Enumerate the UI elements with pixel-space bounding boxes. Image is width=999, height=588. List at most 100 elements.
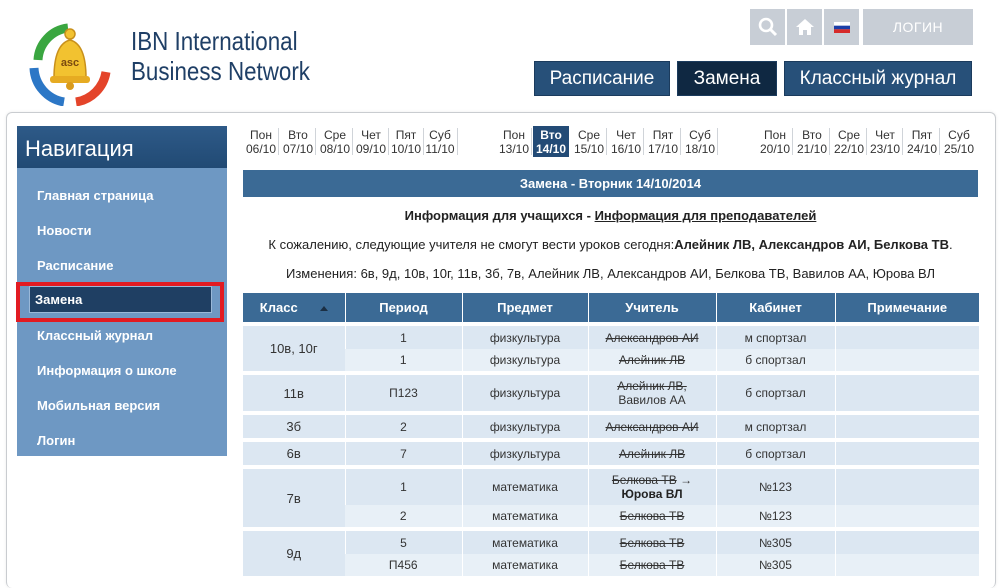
day-date: 07/10 [282,142,314,156]
brand-name[interactable]: IBN International Business Network [131,26,310,86]
teacher-old: Белкова ТВ [619,558,685,572]
sidebar-item-schedule[interactable]: Расписание [17,248,227,283]
sidebar-item-mobile[interactable]: Мобильная версия [17,388,227,423]
search-button[interactable] [750,9,785,45]
brand-line-1: IBN International [131,26,298,56]
column-header-class[interactable]: Класс [243,293,345,322]
day-name: Сре [837,128,860,142]
teacher-cell: Белкова ТВ [587,505,716,527]
day-name: Пят [395,128,417,142]
note-cell [834,554,979,576]
table-row: 11в П123 физкультура Алейник ЛВ, Вавилов … [243,375,979,411]
day-name: Суб [429,128,451,142]
login-button[interactable]: ЛОГИН [863,9,973,45]
room-cell: №305 [715,531,835,554]
sidebar-item-school-info[interactable]: Информация о школе [17,353,227,388]
day-name: Пон [250,128,272,142]
subject-cell: физкультура [461,349,588,371]
day-button[interactable]: Вто 07/10 [280,126,316,157]
day-name: Пят [652,128,674,142]
asc-bell-logo[interactable]: asc [28,16,112,107]
day-date: 18/10 [684,142,716,156]
teacher-extra: Вавилов АА [618,393,686,407]
day-button[interactable]: Пон 06/10 [243,126,279,157]
teacher-old: Белкова ТВ [619,509,685,523]
info-links: Информация для учащихся - Информация для… [243,208,978,223]
subject-cell: физкультура [461,415,588,438]
nav-tab-class-journal[interactable]: Классный журнал [784,61,972,96]
teacher-cell: Белкова ТВ → Юрова ВЛ [587,469,716,505]
room-cell: №123 [715,505,835,527]
table-header-row: Класс Период Предмет Учитель Кабинет При… [243,293,979,322]
day-button[interactable]: Чет 16/10 [608,126,644,157]
home-button[interactable] [787,9,822,45]
day-button[interactable]: Пон 20/10 [757,126,793,157]
language-button[interactable] [824,9,859,45]
room-cell: б спортзал [715,349,835,371]
day-button[interactable]: Пят 24/10 [904,126,940,157]
sidebar-item-news[interactable]: Новости [17,213,227,248]
teacher-old: Александров АИ [605,330,699,345]
teacher-cell: Алейник ЛВ [587,349,716,371]
subject-cell: математика [461,505,588,527]
brand-line-2: Business Network [131,56,310,86]
teacher-cell: Белкова ТВ [587,531,716,554]
page-title: Замена - Вторник 14/10/2014 [243,170,978,197]
period-cell: 1 [345,349,462,371]
day-button[interactable]: Чет 09/10 [353,126,389,157]
day-button[interactable]: Пон 13/10 [496,126,532,157]
room-cell: б спортзал [715,442,835,465]
sidebar-item-class-journal[interactable]: Классный журнал [17,318,227,353]
day-name: Вто [288,128,308,142]
day-date: 06/10 [245,142,277,156]
class-cell: 10в, 10г [243,326,345,371]
column-header-period[interactable]: Период [344,293,462,322]
absent-names: Алейник ЛВ, Александров АИ, Белкова ТВ [674,237,949,252]
day-button[interactable]: Пят 17/10 [645,126,681,157]
day-button[interactable]: Чет 23/10 [867,126,903,157]
day-date: 23/10 [869,142,901,156]
day-name: Чет [616,128,636,142]
column-header-subject[interactable]: Предмет [461,293,588,322]
column-header-teacher[interactable]: Учитель [587,293,716,322]
note-cell [834,469,979,505]
day-button[interactable]: Суб 18/10 [682,126,718,157]
subject-cell: физкультура [461,326,588,349]
sidebar-item-home[interactable]: Главная страница [17,178,227,213]
day-button[interactable]: Вто 21/10 [794,126,830,157]
column-header-note[interactable]: Примечание [834,293,979,322]
day-button[interactable]: Сре 15/10 [571,126,607,157]
day-date: 21/10 [796,142,828,156]
absent-suffix: . [948,237,953,252]
info-teachers-link[interactable]: Информация для преподавателей [595,208,817,223]
class-cell: 6в [243,442,345,465]
sidebar-item-login[interactable]: Логин [17,423,227,458]
day-button[interactable]: Суб 11/10 [422,126,458,157]
info-separator: - [583,208,595,223]
day-button[interactable]: Пят 10/10 [388,126,424,157]
absent-teachers: К сожалению, следующие учителя не смогут… [243,237,978,252]
day-date: 13/10 [498,142,530,156]
day-button[interactable]: Суб 25/10 [941,126,977,157]
subject-cell: математика [461,531,588,554]
day-button[interactable]: Сре 08/10 [317,126,353,157]
header-label: Класс [259,300,298,315]
day-button-current[interactable]: Вто 14/10 [533,126,569,157]
column-header-room[interactable]: Кабинет [715,293,835,322]
note-cell [834,531,979,554]
period-cell: 2 [345,505,462,527]
period-cell: 2 [344,415,462,438]
table-row: 1 физкультура Алейник ЛВ б спортзал [243,349,979,371]
nav-tab-schedule[interactable]: Расписание [534,61,670,96]
sort-ascending-icon [319,306,328,312]
note-cell [834,505,979,527]
day-name: Пон [764,128,786,142]
teacher-cell: Белкова ТВ [587,554,716,576]
day-name: Сре [323,128,346,142]
teacher-cell: Алейник ЛВ, Вавилов АА [587,375,716,411]
day-date: 11/10 [425,142,455,156]
day-button[interactable]: Сре 22/10 [831,126,867,157]
class-cell: 3б [243,415,345,438]
day-date: 16/10 [610,142,642,156]
nav-tab-substitution[interactable]: Замена [677,61,777,96]
